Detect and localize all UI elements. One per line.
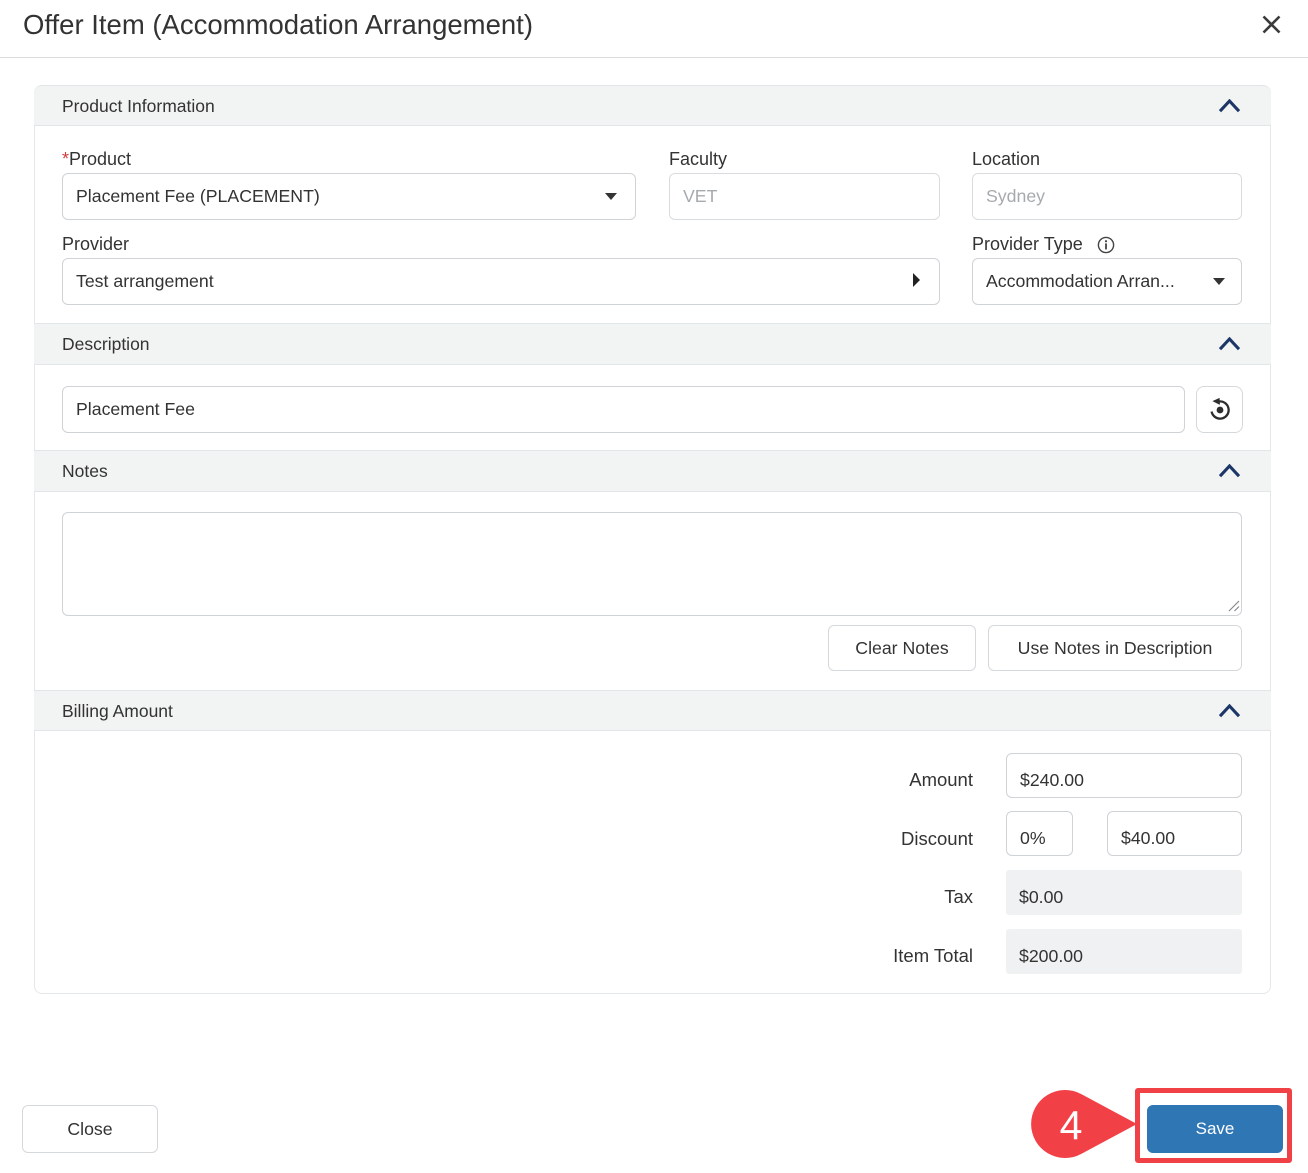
svg-text:4: 4 [1060, 1103, 1083, 1149]
